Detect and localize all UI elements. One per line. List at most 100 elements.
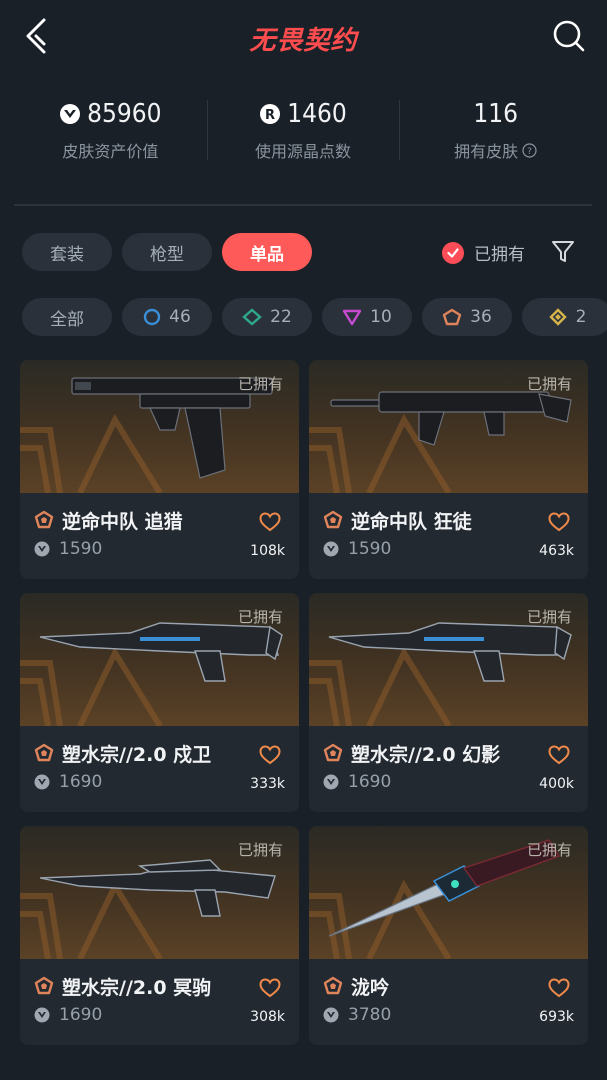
rarity-filter-row: 全部 46 22 10 36 2	[22, 298, 607, 338]
owned-filter-toggle[interactable]: 已拥有	[442, 240, 525, 265]
skin-name: 逆命中队 狂徒	[351, 510, 472, 533]
valorant-points-icon	[323, 774, 339, 790]
stat-label: 皮肤资产价值	[62, 142, 159, 161]
chip-label: 全部	[50, 309, 84, 330]
tab-weapon-type[interactable]: 枪型	[122, 233, 212, 271]
skin-image: 已拥有	[20, 360, 299, 493]
exclusive-tier-icon	[442, 308, 462, 326]
skin-name: 塑水宗//2.0 幻影	[351, 743, 501, 766]
exclusive-tier-icon	[34, 510, 54, 529]
rarity-chip-all[interactable]: 全部	[22, 298, 112, 336]
select-tier-icon	[143, 308, 161, 326]
skin-card[interactable]: 已拥有 泷吟 3780 693k	[309, 826, 588, 1045]
stat-asset-value: 85960 皮肤资产价值	[14, 96, 207, 166]
heart-icon[interactable]	[548, 512, 570, 532]
stat-value: 85960	[87, 99, 162, 129]
skin-card[interactable]: 已拥有 逆命中队 追猎 1590 108k	[20, 360, 299, 579]
owned-tag: 已拥有	[237, 375, 283, 393]
chip-label: 22	[270, 307, 292, 327]
rarity-chip-ultra[interactable]: 2	[522, 298, 607, 336]
owned-tag: 已拥有	[526, 608, 572, 626]
valorant-points-icon	[323, 541, 339, 557]
owned-tag: 已拥有	[237, 841, 283, 859]
premium-tier-icon	[342, 309, 362, 326]
owned-tag: 已拥有	[237, 608, 283, 626]
rarity-chip-exclusive[interactable]: 36	[422, 298, 512, 336]
owned-filter-label: 已拥有	[474, 245, 525, 265]
tab-bundle[interactable]: 套装	[22, 233, 112, 271]
rarity-chip-premium[interactable]: 10	[322, 298, 412, 336]
skin-name: 泷吟	[351, 976, 390, 999]
divider	[14, 204, 592, 206]
chip-label: 36	[470, 307, 492, 327]
stat-value: 116	[473, 99, 518, 129]
exclusive-tier-icon	[34, 743, 54, 762]
stat-owned-skins: 116 拥有皮肤 ?	[399, 96, 592, 166]
skin-price: 1590	[348, 539, 392, 559]
stat-label: 拥有皮肤	[454, 142, 519, 161]
ultra-tier-icon	[548, 308, 567, 326]
search-icon	[553, 20, 585, 52]
stat-radianite: R 1460 使用源晶点数	[206, 96, 400, 166]
radianite-points-icon: R	[260, 104, 281, 124]
skin-image: 已拥有	[20, 826, 299, 959]
like-count: 693k	[539, 1009, 574, 1025]
skin-name: 逆命中队 追猎	[62, 510, 183, 533]
skin-price: 1590	[59, 539, 103, 559]
heart-icon[interactable]	[548, 978, 570, 998]
skin-image: 已拥有	[309, 826, 588, 959]
heart-icon[interactable]	[259, 512, 281, 532]
svg-text:?: ?	[527, 147, 532, 157]
skin-image: 已拥有	[309, 360, 588, 493]
exclusive-tier-icon	[323, 743, 343, 762]
category-tabs: 套装 枪型 单品	[22, 233, 312, 271]
chip-label: 46	[169, 307, 191, 327]
like-count: 108k	[250, 543, 285, 559]
skin-price: 3780	[348, 1005, 392, 1025]
valorant-points-icon	[323, 1007, 339, 1023]
rarity-chip-select[interactable]: 46	[122, 298, 212, 336]
stat-label: 使用源晶点数	[255, 142, 352, 161]
exclusive-tier-icon	[323, 510, 343, 529]
top-bar: 无畏契约	[0, 0, 607, 76]
valorant-points-icon	[34, 1007, 50, 1023]
heart-icon[interactable]	[259, 745, 281, 765]
like-count: 400k	[539, 776, 574, 792]
skin-card[interactable]: 已拥有 塑水宗//2.0 戍卫 1690 333k	[20, 593, 299, 812]
skin-card[interactable]: 已拥有 逆命中队 狂徒 1590 463k	[309, 360, 588, 579]
skin-image: 已拥有	[20, 593, 299, 726]
like-count: 463k	[539, 543, 574, 559]
like-count: 308k	[250, 1009, 285, 1025]
owned-tag: 已拥有	[526, 375, 572, 393]
owned-tag: 已拥有	[526, 841, 572, 859]
skin-name: 塑水宗//2.0 戍卫	[62, 743, 212, 766]
filter-button[interactable]	[550, 238, 576, 266]
skin-price: 1690	[348, 772, 392, 792]
chip-label: 10	[370, 307, 392, 327]
skin-card[interactable]: 已拥有 塑水宗//2.0 冥驹 1690 308k	[20, 826, 299, 1045]
rarity-chip-deluxe[interactable]: 22	[222, 298, 312, 336]
skin-price: 1690	[59, 772, 103, 792]
search-button[interactable]	[549, 16, 589, 56]
skin-price: 1690	[59, 1005, 103, 1025]
exclusive-tier-icon	[34, 976, 54, 995]
app-title: 无畏契约	[249, 26, 358, 56]
filter-icon	[552, 241, 574, 262]
stats-bar: 85960 皮肤资产价值 R 1460 使用源晶点数 116 拥有皮肤 ?	[14, 96, 592, 166]
valorant-points-icon	[34, 541, 50, 557]
exclusive-tier-icon	[323, 976, 343, 995]
skin-name: 塑水宗//2.0 冥驹	[62, 976, 212, 999]
deluxe-tier-icon	[242, 308, 262, 326]
skin-image: 已拥有	[309, 593, 588, 726]
chip-label: 2	[575, 307, 587, 327]
skin-card[interactable]: 已拥有 塑水宗//2.0 幻影 1690 400k	[309, 593, 588, 812]
checkbox-checked-icon[interactable]	[442, 241, 464, 264]
like-count: 333k	[250, 776, 285, 792]
heart-icon[interactable]	[259, 978, 281, 998]
svg-text:R: R	[265, 108, 275, 123]
help-circle-icon[interactable]: ?	[522, 142, 537, 158]
heart-icon[interactable]	[548, 745, 570, 765]
valorant-points-icon	[34, 774, 50, 790]
stat-value: 1460	[287, 99, 347, 129]
tab-single-item[interactable]: 单品	[222, 233, 312, 271]
